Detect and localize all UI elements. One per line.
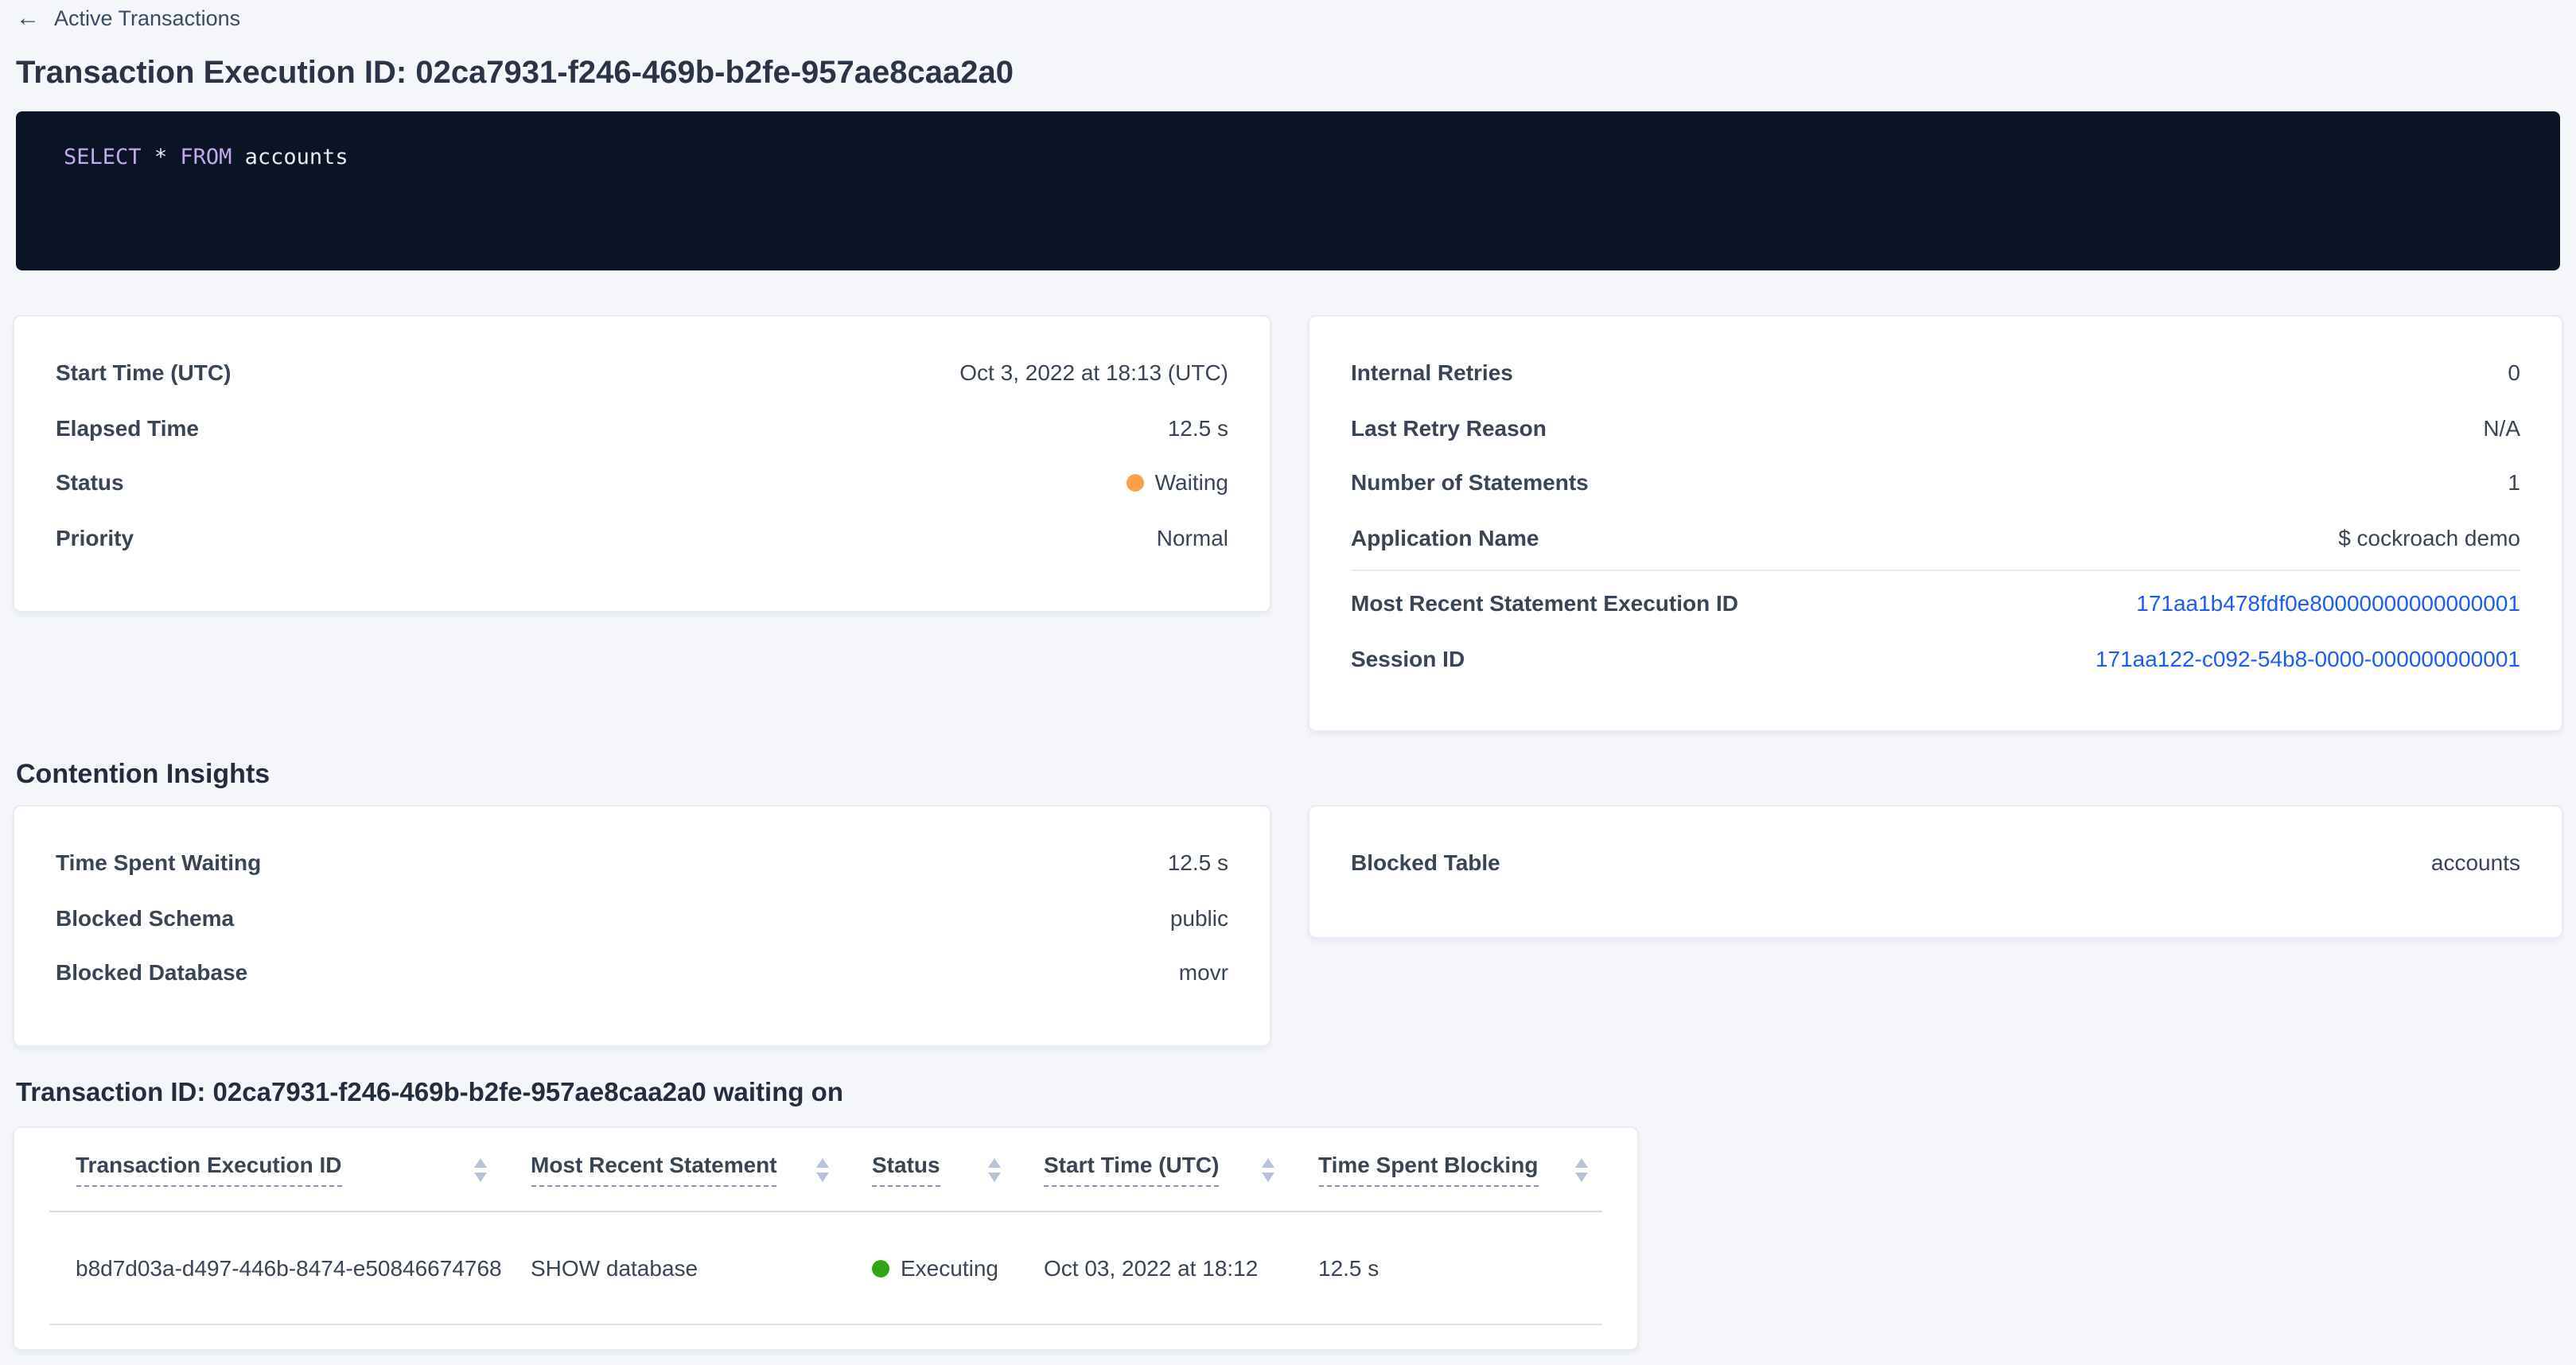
row-value: $ cockroach demo (2338, 525, 2520, 550)
row-label: Start Time (UTC) (56, 360, 231, 386)
cell-time-spent-blocking: 12.5 s (1292, 1255, 1605, 1281)
row-value: 12.5 s (1168, 415, 1228, 441)
row-label: Number of Statements (1351, 470, 1589, 496)
row-label: Last Retry Reason (1351, 415, 1547, 441)
row-label: Blocked Database (56, 960, 247, 986)
row-value: Oct 3, 2022 at 18:13 (UTC) (959, 360, 1228, 386)
sort-icon[interactable] (987, 1157, 1000, 1181)
row-label: Priority (56, 525, 134, 550)
contention-left-card: Time Spent Waiting 12.5 s Blocked Schema… (13, 805, 1271, 1047)
row-label: Time Spent Waiting (56, 850, 261, 876)
column-label: Most Recent Statement (531, 1152, 777, 1187)
row-value: 1 (2508, 470, 2520, 496)
waiting-status-dot-icon (1127, 474, 1144, 492)
left-arrow-icon: ← (16, 6, 40, 30)
waiting-on-table-card: Transaction Execution ID Most Recent Sta… (13, 1126, 1639, 1351)
column-label: Start Time (UTC) (1044, 1152, 1219, 1187)
summary-row-most-recent-statement-execution-id: Most Recent Statement Execution ID 171aa… (1309, 576, 2562, 631)
row-value: N/A (2483, 415, 2520, 441)
summary-row-priority: Priority Normal (14, 510, 1270, 565)
row-value: public (1170, 905, 1228, 931)
statement-execution-id-link[interactable]: 171aa1b478fdf0e80000000000000001 (2136, 591, 2520, 616)
column-header-most-recent-statement[interactable]: Most Recent Statement (504, 1152, 846, 1187)
table-row[interactable]: b8d7d03a-d497-446b-8474-e50846674768 SHO… (49, 1212, 1602, 1325)
status-text: Executing (901, 1255, 998, 1281)
status-badge: Waiting (1127, 470, 1228, 496)
sql-star: * (142, 145, 181, 170)
contention-row-blocked-database: Blocked Database movr (14, 945, 1270, 1000)
column-header-time-spent-blocking[interactable]: Time Spent Blocking (1292, 1152, 1605, 1187)
row-value: 0 (2508, 360, 2520, 386)
cell-start-time: Oct 03, 2022 at 18:12 (1018, 1255, 1292, 1281)
contention-insights-heading: Contention Insights (16, 759, 270, 791)
sql-statement-box: SELECT * FROM accounts (16, 111, 2560, 270)
row-value: accounts (2431, 850, 2520, 876)
cell-status: Executing (846, 1255, 1018, 1281)
row-value: movr (1179, 960, 1228, 986)
sort-icon[interactable] (1262, 1157, 1274, 1181)
column-label: Transaction Execution ID (76, 1152, 342, 1187)
summary-left-card: Start Time (UTC) Oct 3, 2022 at 18:13 (U… (13, 315, 1271, 612)
executing-status-dot-icon (872, 1259, 889, 1277)
row-label: Status (56, 470, 124, 496)
row-value: Normal (1157, 525, 1228, 550)
summary-row-elapsed-time: Elapsed Time 12.5 s (14, 400, 1270, 455)
row-label: Blocked Table (1351, 850, 1500, 876)
summary-row-number-of-statements: Number of Statements 1 (1309, 455, 2562, 510)
column-label: Status (872, 1152, 940, 1187)
back-to-active-transactions-link[interactable]: ← Active Transactions (16, 6, 240, 30)
summary-row-session-id: Session ID 171aa122-c092-54b8-0000-00000… (1309, 631, 2562, 686)
contention-row-blocked-table: Blocked Table accounts (1309, 835, 2562, 890)
column-header-start-time[interactable]: Start Time (UTC) (1018, 1152, 1292, 1187)
column-label: Time Spent Blocking (1318, 1152, 1538, 1187)
status-text: Waiting (1155, 470, 1228, 496)
summary-row-last-retry-reason: Last Retry Reason N/A (1309, 400, 2562, 455)
column-header-transaction-execution-id[interactable]: Transaction Execution ID (49, 1152, 504, 1187)
row-label: Internal Retries (1351, 360, 1513, 386)
table-header-row: Transaction Execution ID Most Recent Sta… (49, 1128, 1602, 1212)
row-value: 12.5 s (1168, 850, 1228, 876)
cell-txn-execution-id: b8d7d03a-d497-446b-8474-e50846674768 (49, 1255, 504, 1281)
row-label: Session ID (1351, 646, 1465, 671)
transaction-details-page: ← Active Transactions Transaction Execut… (0, 0, 2576, 1365)
sort-icon[interactable] (474, 1157, 487, 1181)
card-divider (1351, 570, 2520, 571)
sql-identifier: accounts (232, 145, 348, 170)
contention-row-time-spent-waiting: Time Spent Waiting 12.5 s (14, 835, 1270, 890)
waiting-on-heading: Transaction ID: 02ca7931-f246-469b-b2fe-… (16, 1079, 843, 1109)
session-id-link[interactable]: 171aa122-c092-54b8-0000-000000000001 (2095, 646, 2520, 671)
back-link-label: Active Transactions (54, 6, 240, 30)
summary-row-internal-retries: Internal Retries 0 (1309, 345, 2562, 400)
page-title: Transaction Execution ID: 02ca7931-f246-… (16, 56, 1014, 92)
sort-icon[interactable] (1575, 1157, 1588, 1181)
sort-icon[interactable] (815, 1157, 828, 1181)
row-label: Most Recent Statement Execution ID (1351, 591, 1738, 616)
column-header-status[interactable]: Status (846, 1152, 1018, 1187)
row-label: Application Name (1351, 525, 1539, 550)
contention-row-blocked-schema: Blocked Schema public (14, 890, 1270, 945)
summary-row-application-name: Application Name $ cockroach demo (1309, 510, 2562, 565)
sql-keyword-select: SELECT (64, 145, 142, 170)
row-label: Blocked Schema (56, 905, 234, 931)
summary-right-card: Internal Retries 0 Last Retry Reason N/A… (1308, 315, 2563, 732)
row-label: Elapsed Time (56, 415, 199, 441)
sql-keyword-from: FROM (180, 145, 232, 170)
contention-right-card: Blocked Table accounts (1308, 805, 2563, 939)
summary-row-start-time: Start Time (UTC) Oct 3, 2022 at 18:13 (U… (14, 345, 1270, 400)
cell-most-recent-statement: SHOW database (504, 1255, 846, 1281)
summary-row-status: Status Waiting (14, 455, 1270, 510)
